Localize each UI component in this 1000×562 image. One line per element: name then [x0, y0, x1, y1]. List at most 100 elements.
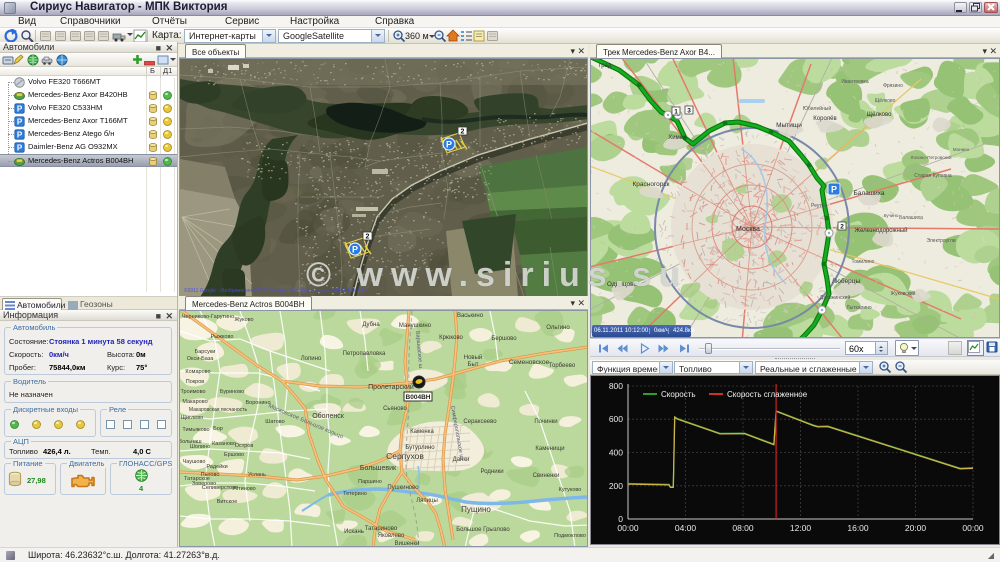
svg-text:Пущино: Пущино [461, 505, 491, 514]
svg-text:Паршино: Паршино [358, 479, 382, 485]
svg-text:Электроугли: Электроугли [926, 238, 955, 244]
svg-text:Сераксеево: Сераксеево [463, 419, 497, 425]
svg-text:Новый: Новый [464, 354, 483, 361]
svg-text:Остров: Остров [235, 443, 254, 449]
svg-text:Ольгино: Ольгино [546, 325, 570, 331]
svg-text:Ершово: Ершово [224, 452, 244, 458]
svg-text:Большевик: Большевик [360, 465, 397, 472]
svg-text:Яковлево: Яковлево [378, 533, 405, 539]
svg-text:Реутов: Реутов [811, 203, 827, 209]
svg-text:Чаушово: Чаушово [183, 459, 206, 465]
svg-text:B004BH: B004BH [406, 394, 431, 401]
svg-text:P: P [17, 104, 23, 113]
svg-text:00:00: 00:00 [962, 523, 984, 533]
svg-text:P: P [831, 185, 837, 195]
svg-text:Балашиха: Балашиха [899, 215, 923, 221]
svg-text:Скорость сглаженное: Скорость сглаженное [727, 390, 808, 399]
svg-text:2: 2 [366, 234, 370, 241]
svg-text:Буриново: Буриново [220, 389, 244, 395]
svg-text:Услань: Услань [248, 472, 266, 478]
svg-text:Радейки: Радейки [206, 463, 227, 470]
svg-text:12:00: 12:00 [790, 523, 812, 533]
svg-text:Петропавловка: Петропавловка [343, 351, 386, 357]
svg-text:Скорость: Скорость [661, 390, 696, 399]
svg-text:P: P [446, 140, 452, 150]
svg-text:Щёлково: Щёлково [867, 112, 893, 118]
svg-text:P: P [17, 143, 23, 152]
svg-text:04:00: 04:00 [675, 523, 697, 533]
svg-text:800: 800 [609, 381, 623, 391]
svg-text:Бершово: Бершово [491, 336, 517, 342]
svg-text:Лосино-Петровский: Лосино-Петровский [911, 154, 952, 160]
svg-text:Сьяново: Сьяново [383, 406, 407, 412]
svg-text:Дзержинский: Дзержинский [820, 294, 851, 301]
svg-text:Щёлково: Щёлково [875, 98, 896, 104]
svg-text:Устиново: Устиново [232, 486, 255, 492]
svg-text:Комарово: Комарово [185, 369, 210, 375]
svg-text:град: град [599, 63, 612, 69]
svg-text:1: 1 [674, 109, 678, 116]
svg-text:P: P [17, 117, 23, 126]
svg-text:Васькино: Васькино [457, 313, 484, 319]
svg-text:Железнодорожный: Железнодорожный [854, 227, 907, 234]
svg-text:Пушкиново: Пушкиново [387, 485, 419, 491]
svg-text:08:00: 08:00 [732, 523, 754, 533]
svg-text:20:00: 20:00 [905, 523, 927, 533]
svg-text:Шолино: Шолино [190, 444, 210, 450]
svg-text:Тетерино: Тетерино [343, 491, 367, 497]
svg-text:Манушкино: Манушкино [399, 323, 432, 329]
svg-text:Торбеево: Торбеево [549, 363, 576, 369]
svg-text:Казаново: Казаново [212, 441, 236, 447]
svg-text:Лопино: Лопино [301, 356, 322, 362]
svg-text:Старая Купавна: Старая Купавна [914, 173, 952, 179]
svg-text:Макарово: Макарово [182, 399, 207, 405]
svg-text:600: 600 [609, 414, 623, 424]
svg-text:Тимьяково: Тимьяково [182, 427, 209, 433]
svg-text:Крюково: Крюково [439, 335, 463, 341]
svg-text:Мытищи: Мытищи [776, 122, 802, 129]
svg-text:Искань: Искань [344, 529, 364, 535]
svg-text:Красногорск: Красногорск [632, 181, 669, 188]
svg-text:Данки: Данки [453, 457, 470, 463]
svg-text:200: 200 [609, 481, 623, 491]
svg-text:Пролетарский: Пролетарский [368, 383, 414, 391]
svg-text:Витское: Витское [217, 499, 238, 505]
svg-text:Лыткарино: Лыткарино [846, 305, 872, 311]
svg-text:Щиглево: Щиглево [181, 415, 203, 421]
svg-text:Черниково-Гарутино: Черниково-Гарутино [182, 314, 234, 320]
svg-text:Свиненки: Свиненки [533, 473, 560, 479]
svg-text:P: P [17, 130, 23, 139]
svg-text:Семеновское: Семеновское [509, 359, 550, 366]
svg-text:Каменищи: Каменищи [535, 446, 564, 452]
svg-text:Ивантеевка: Ивантеевка [841, 79, 868, 85]
svg-text:Покров: Покров [186, 379, 205, 385]
svg-text:Монино: Монино [953, 147, 970, 152]
svg-text:Кутуково: Кутуково [559, 487, 582, 493]
svg-text:Бор: Бор [213, 426, 223, 432]
svg-text:Фрязино: Фрязино [883, 83, 903, 89]
svg-text:Томилино: Томилино [852, 259, 875, 265]
svg-text:2: 2 [840, 224, 844, 231]
svg-text:Жуковский: Жуковский [891, 290, 916, 297]
svg-text:Рыжково: Рыжково [211, 334, 234, 340]
svg-text:Москва: Москва [736, 226, 760, 233]
svg-text:Родники: Родники [480, 469, 503, 475]
svg-text:2: 2 [461, 129, 465, 136]
svg-text:Ляпицы: Ляпицы [416, 498, 438, 504]
svg-text:Люберцы: Люберцы [832, 277, 861, 285]
svg-text:Юбилейный: Юбилейный [803, 105, 832, 112]
svg-text:Воронино: Воронино [245, 400, 270, 406]
svg-text:Окси-База: Окси-База [187, 356, 215, 362]
svg-text:Каменка: Каменка [410, 429, 434, 435]
svg-text:Быт: Быт [468, 362, 479, 368]
svg-text:Починки: Починки [534, 419, 557, 425]
svg-text:400: 400 [609, 448, 623, 458]
svg-text:Оболенск: Оболенск [312, 412, 345, 420]
svg-text:Барсуки: Барсуки [195, 349, 216, 355]
svg-text:Дубна: Дубна [362, 322, 380, 328]
svg-text:Подмоклово: Подмоклово [554, 533, 586, 539]
svg-text:Химки: Химки [668, 135, 685, 141]
svg-text:Королёв: Королёв [813, 116, 836, 122]
svg-text:Жуково: Жуково [234, 317, 253, 323]
svg-text:3: 3 [687, 108, 691, 115]
